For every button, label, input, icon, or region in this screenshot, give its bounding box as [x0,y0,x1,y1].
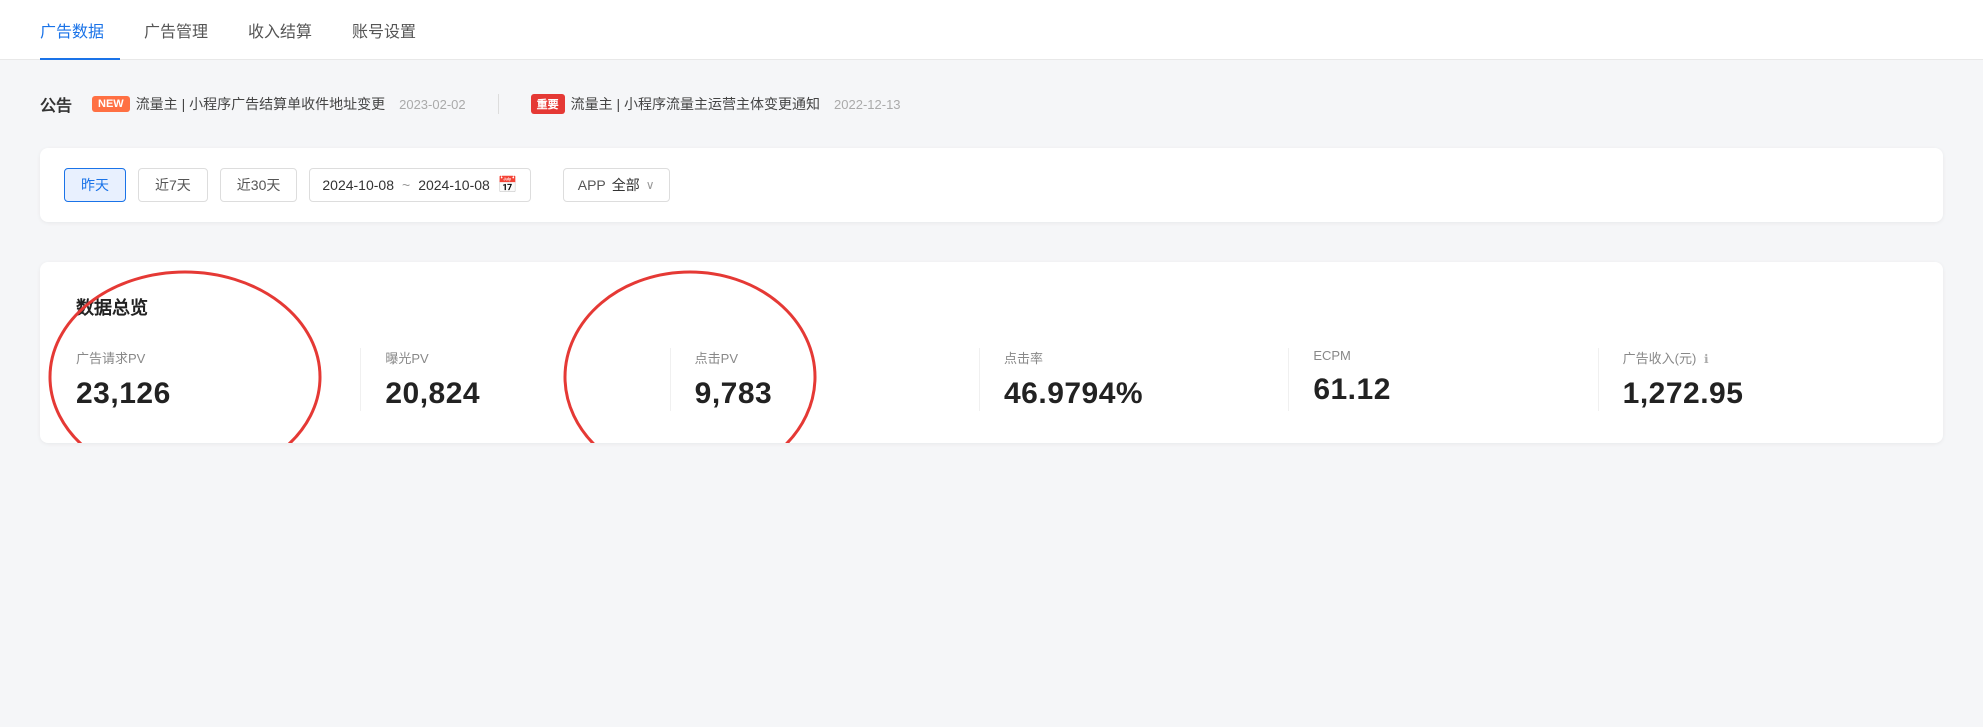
stat-value-ad-request-pv: 23,126 [76,377,336,411]
announcement-item-1[interactable]: NEW 流量主 | 小程序广告结算单收件地址变更 2023-02-02 [92,94,466,114]
date-range-picker[interactable]: 2024-10-08 ~ 2024-10-08 📅 [309,168,530,202]
announcement-item-2[interactable]: 重要 流量主 | 小程序流量主运营主体变更通知 2022-12-13 [531,94,901,114]
filter-btn-30days[interactable]: 近30天 [220,168,298,202]
stats-title: 数据总览 [76,294,1907,320]
ann-text-2: 流量主 | 小程序流量主运营主体变更通知 [571,94,820,114]
stat-item-ad-revenue: 广告收入(元) ℹ 1,272.95 [1623,348,1907,411]
date-start: 2024-10-08 [322,177,394,193]
stat-label-exposure-pv: 曝光PV [385,348,645,367]
app-filter-dropdown[interactable]: APP 全部 ∨ [563,168,670,202]
stat-label-ecpm: ECPM [1313,348,1573,363]
stat-value-click-pv: 9,783 [695,377,955,411]
app-container: 广告数据 广告管理 收入结算 账号设置 公告 NEW 流量主 | 小程序广告结算… [0,0,1983,727]
top-nav: 广告数据 广告管理 收入结算 账号设置 [0,0,1983,60]
calendar-icon: 📅 [498,175,518,195]
badge-new: NEW [92,96,130,112]
stat-label-ad-request-pv: 广告请求PV [76,348,336,367]
ann-date-2: 2022-12-13 [834,97,901,112]
stat-label-click-rate: 点击率 [1004,348,1264,367]
badge-important: 重要 [531,94,565,114]
nav-item-ad-manage[interactable]: 广告管理 [144,18,224,60]
stat-label-ad-revenue: 广告收入(元) ℹ [1623,348,1883,367]
announcement-label: 公告 [40,92,72,116]
filter-btn-7days[interactable]: 近7天 [138,168,208,202]
date-separator: ~ [402,177,410,193]
ann-date-1: 2023-02-02 [399,97,466,112]
stat-item-click-pv: 点击PV 9,783 [695,348,980,411]
nav-item-account[interactable]: 账号设置 [352,18,432,60]
app-filter-value: 全部 [612,175,640,195]
stat-value-exposure-pv: 20,824 [385,377,645,411]
ann-text-1: 流量主 | 小程序广告结算单收件地址变更 [136,94,385,114]
stats-grid: 广告请求PV 23,126 曝光PV 20,824 点击PV 9,783 点击率… [76,348,1907,411]
stat-value-ad-revenue: 1,272.95 [1623,377,1883,411]
app-filter-label: APP [578,177,606,193]
main-content: 公告 NEW 流量主 | 小程序广告结算单收件地址变更 2023-02-02 重… [0,60,1983,475]
stat-item-ecpm: ECPM 61.12 [1313,348,1598,411]
stats-section: 数据总览 广告请求PV 23,126 曝光PV 20,824 点击PV 9,78… [40,262,1943,443]
stat-item-exposure-pv: 曝光PV 20,824 [385,348,670,411]
date-end: 2024-10-08 [418,177,490,193]
stat-item-ad-request-pv: 广告请求PV 23,126 [76,348,361,411]
stat-value-ecpm: 61.12 [1313,373,1573,407]
info-icon[interactable]: ℹ [1704,352,1709,366]
stat-label-click-pv: 点击PV [695,348,955,367]
stat-value-click-rate: 46.9794% [1004,377,1264,411]
chevron-down-icon: ∨ [646,178,655,192]
stat-item-click-rate: 点击率 46.9794% [1004,348,1289,411]
announcement-bar: 公告 NEW 流量主 | 小程序广告结算单收件地址变更 2023-02-02 重… [40,92,1943,116]
nav-item-ad-data[interactable]: 广告数据 [40,18,120,60]
filter-btn-yesterday[interactable]: 昨天 [64,168,126,202]
ann-separator [498,94,499,114]
nav-item-income[interactable]: 收入结算 [248,18,328,60]
filter-bar: 昨天 近7天 近30天 2024-10-08 ~ 2024-10-08 📅 AP… [40,148,1943,222]
